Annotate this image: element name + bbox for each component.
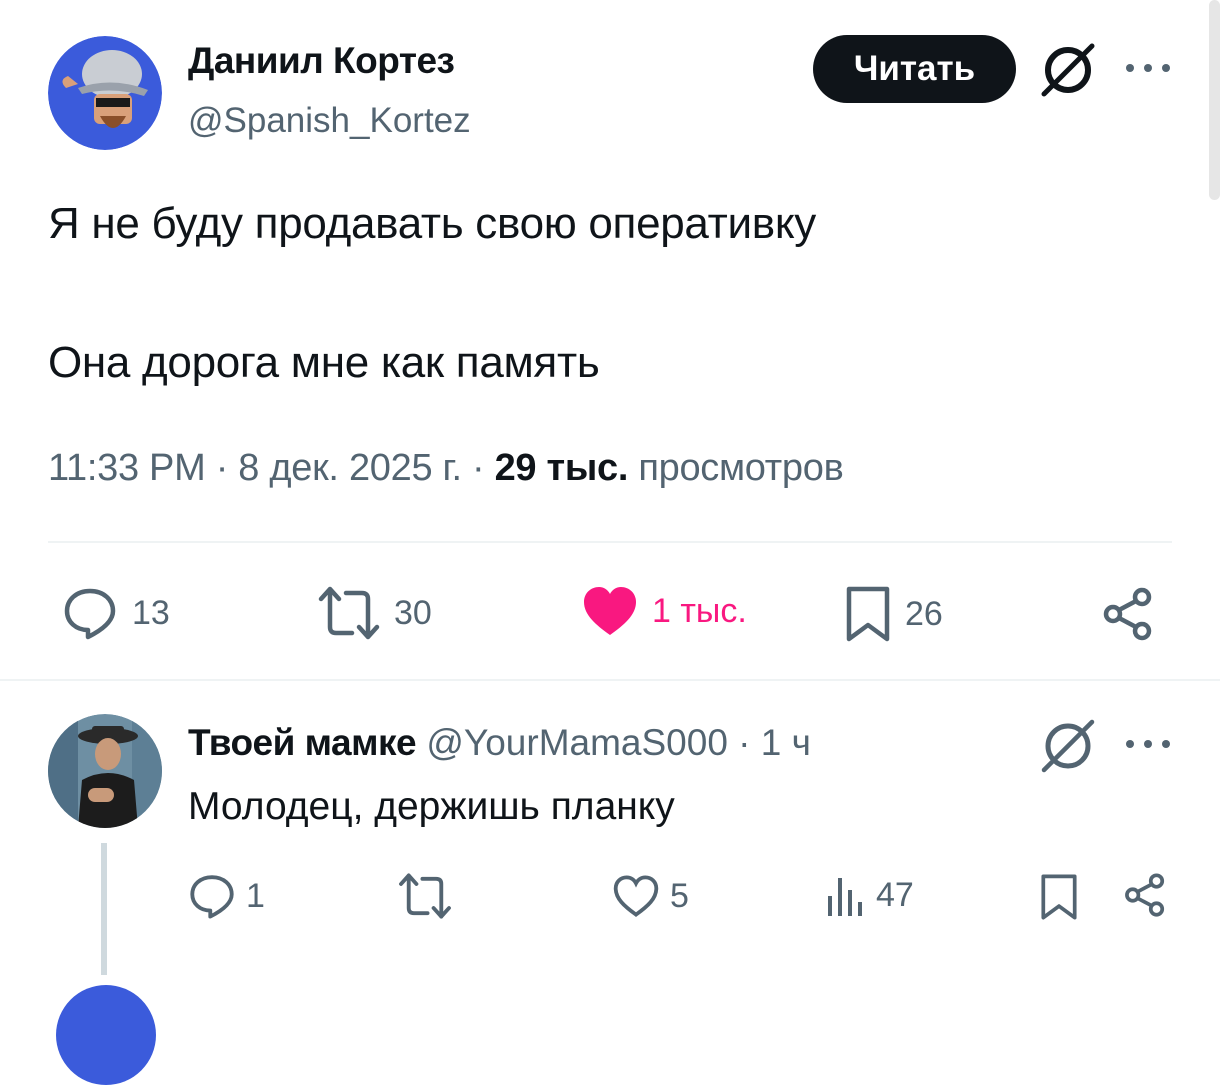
divider [48, 541, 1172, 543]
views-count: 29 тыс. [494, 447, 629, 489]
reply-like-button[interactable]: 5 [612, 874, 689, 918]
more-icon[interactable] [1120, 50, 1176, 86]
reply-avatar[interactable] [48, 714, 162, 828]
reply-share-button[interactable] [1122, 872, 1168, 923]
divider [0, 679, 1220, 681]
bookmark-button[interactable]: 26 [845, 585, 943, 643]
bookmark-count: 26 [905, 594, 943, 633]
tweet-meta: 11:33 PM · 8 дек. 2025 г. · 29 тыс. прос… [48, 447, 844, 490]
reply-header: Твоей мамке @YourMamaS000 · 1 ч [188, 722, 811, 764]
reply-bookmark-button[interactable] [1040, 872, 1078, 927]
grok-icon[interactable] [1038, 42, 1098, 98]
more-icon[interactable] [1120, 726, 1176, 767]
bookmark-icon [1041, 874, 1077, 920]
author-name[interactable]: Даниил Кортез [188, 40, 455, 82]
reply-icon [64, 588, 116, 640]
tweet-text-line2: Она дорога мне как память [48, 338, 600, 387]
follow-button[interactable]: Читать [813, 35, 1016, 103]
views-icon [828, 878, 862, 916]
share-button[interactable] [1100, 586, 1156, 647]
author-avatar[interactable] [48, 36, 162, 150]
retweet-button[interactable]: 30 [318, 585, 432, 641]
reply-author-handle[interactable]: @YourMamaS000 · 1 ч [416, 722, 811, 763]
reply-button[interactable]: 13 [62, 585, 170, 641]
reply-author-name[interactable]: Твоей мамке [188, 722, 417, 763]
reply-retweet-button[interactable] [398, 872, 452, 925]
views-label: просмотров [628, 447, 844, 489]
bookmark-icon [846, 586, 890, 642]
scrollbar[interactable] [1209, 0, 1220, 200]
reply-text: Молодец, держишь планку [188, 785, 675, 828]
reply-reply-count: 1 [246, 876, 265, 915]
like-count: 1 тыс. [652, 591, 747, 630]
retweet-icon [318, 586, 380, 640]
reply-like-count: 5 [670, 876, 689, 915]
retweet-count: 30 [394, 593, 432, 632]
share-icon [1103, 587, 1152, 641]
reply-count: 13 [132, 593, 170, 632]
share-icon [1125, 873, 1165, 917]
tweet-text-line1: Я не буду продавать свою оперативку [48, 199, 816, 248]
retweet-icon [399, 873, 451, 919]
next-reply-avatar[interactable] [56, 985, 156, 1085]
tweet-timestamp[interactable]: 11:33 PM · 8 дек. 2025 г. · [48, 447, 495, 489]
reply-views-button[interactable]: 47 [826, 872, 914, 918]
heart-icon [613, 875, 659, 917]
thread-line [101, 843, 107, 975]
grok-icon[interactable] [1038, 718, 1098, 779]
reply-views-count: 47 [876, 875, 914, 914]
like-button[interactable]: 1 тыс. [582, 585, 747, 637]
heart-icon [584, 587, 636, 635]
reply-reply-button[interactable]: 1 [188, 872, 265, 920]
reply-icon [190, 875, 234, 919]
author-handle[interactable]: @Spanish_Kortez [188, 101, 471, 141]
